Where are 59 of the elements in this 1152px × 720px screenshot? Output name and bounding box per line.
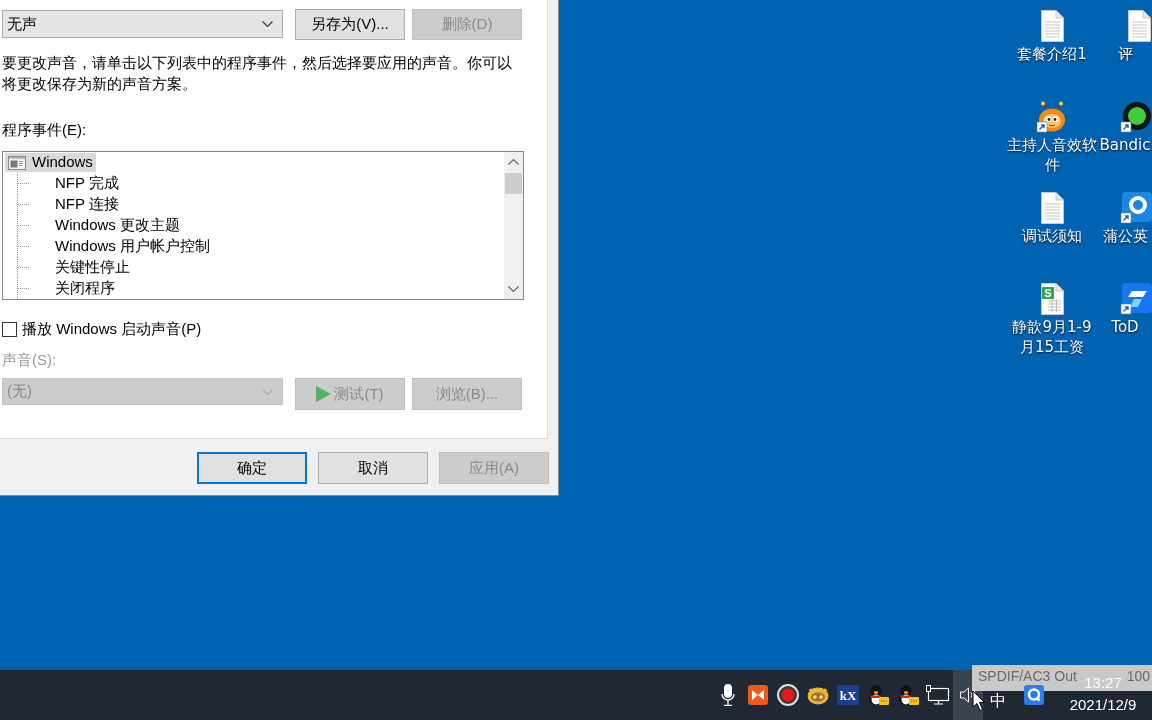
document-icon[interactable] [1039,10,1065,42]
icon-label[interactable]: ToD [1111,317,1139,337]
list-label: 程序事件(E): [2,120,88,140]
monitor-icon[interactable] [926,685,950,705]
icon-label[interactable]: 调试须知 [1022,226,1082,246]
document-icon[interactable] [1126,10,1152,42]
cartoon-mascot-icon[interactable] [1036,101,1068,133]
penguin-icon[interactable] [897,684,919,706]
tree-item[interactable]: 关键性停止 [52,258,133,277]
tree-item[interactable]: NFP 完成 [52,174,122,193]
document-icon[interactable] [1039,192,1065,224]
tooltip-text: SPDIF/AC3 Out [978,667,1077,685]
icon-label[interactable]: 蒲公英 [1102,226,1148,246]
record-icon[interactable] [777,684,799,706]
save-as-button[interactable]: 另存为(V)... [295,9,405,40]
checkbox[interactable] [2,321,17,337]
play-icon [316,386,332,402]
icon-label[interactable]: Bandic [1099,135,1151,155]
microphone-icon[interactable] [721,684,735,706]
tree-line [17,173,31,194]
chevron-down-icon [262,388,273,395]
scroll-up-icon[interactable] [508,159,519,165]
tree-line [17,257,31,278]
scrollbar-thumb[interactable] [505,173,522,194]
record-icon[interactable] [1120,101,1152,133]
window-icon [8,155,26,170]
tree-item[interactable]: 关闭程序 [52,279,118,298]
chevron-down-icon [262,21,273,27]
checkbox-label: 播放 Windows 启动声音(P) [22,321,202,337]
tree-item[interactable]: Windows 用户帐户控制 [52,237,214,256]
cancel-button[interactable]: 取消 [318,452,428,484]
tree-item[interactable]: Windows 更改主题 [52,216,184,235]
clock-date[interactable]: 2021/12/9 [1069,695,1137,715]
ok-button[interactable]: 确定 [197,452,307,484]
tree-line [17,194,31,215]
instruction-text: 要更改声音，请单击以下列表中的程序事件，然后选择要应用的声音。你可以将更改保存为新的声音方案。 [2,53,513,94]
magnifier-app-icon[interactable] [1024,685,1044,705]
tree-item[interactable]: NFP 连接 [52,195,122,214]
mascot-app-icon[interactable] [807,685,829,705]
sound-label: 声音(S): [2,351,58,369]
penguin-icon[interactable] [867,684,889,706]
tree-line [17,236,31,257]
app-logo-icon[interactable] [1120,283,1152,315]
icon-label[interactable]: 主持人音效软件 [1006,135,1098,175]
speaker-icon[interactable] [959,686,977,704]
scheme-dropdown[interactable]: 无声 [2,10,283,38]
tree-line [17,215,31,236]
ring-logo-icon[interactable] [1120,192,1152,224]
ribbon-app-icon[interactable] [748,685,768,705]
tooltip-text: 100 [1126,667,1150,685]
kx-logo-icon[interactable]: kX [837,685,859,705]
mouse-pointer-icon [972,690,986,712]
tree-item[interactable]: Windows [5,153,96,172]
scroll-down-icon[interactable] [508,286,519,292]
tree-line [17,278,31,299]
input-method-indicator[interactable]: 中 [990,693,1006,709]
icon-label[interactable]: 静歆9月1-9月15工资 [1006,317,1098,357]
icon-label[interactable]: 套餐介绍1 [1017,44,1087,64]
icon-label[interactable]: 评 [1117,44,1133,64]
